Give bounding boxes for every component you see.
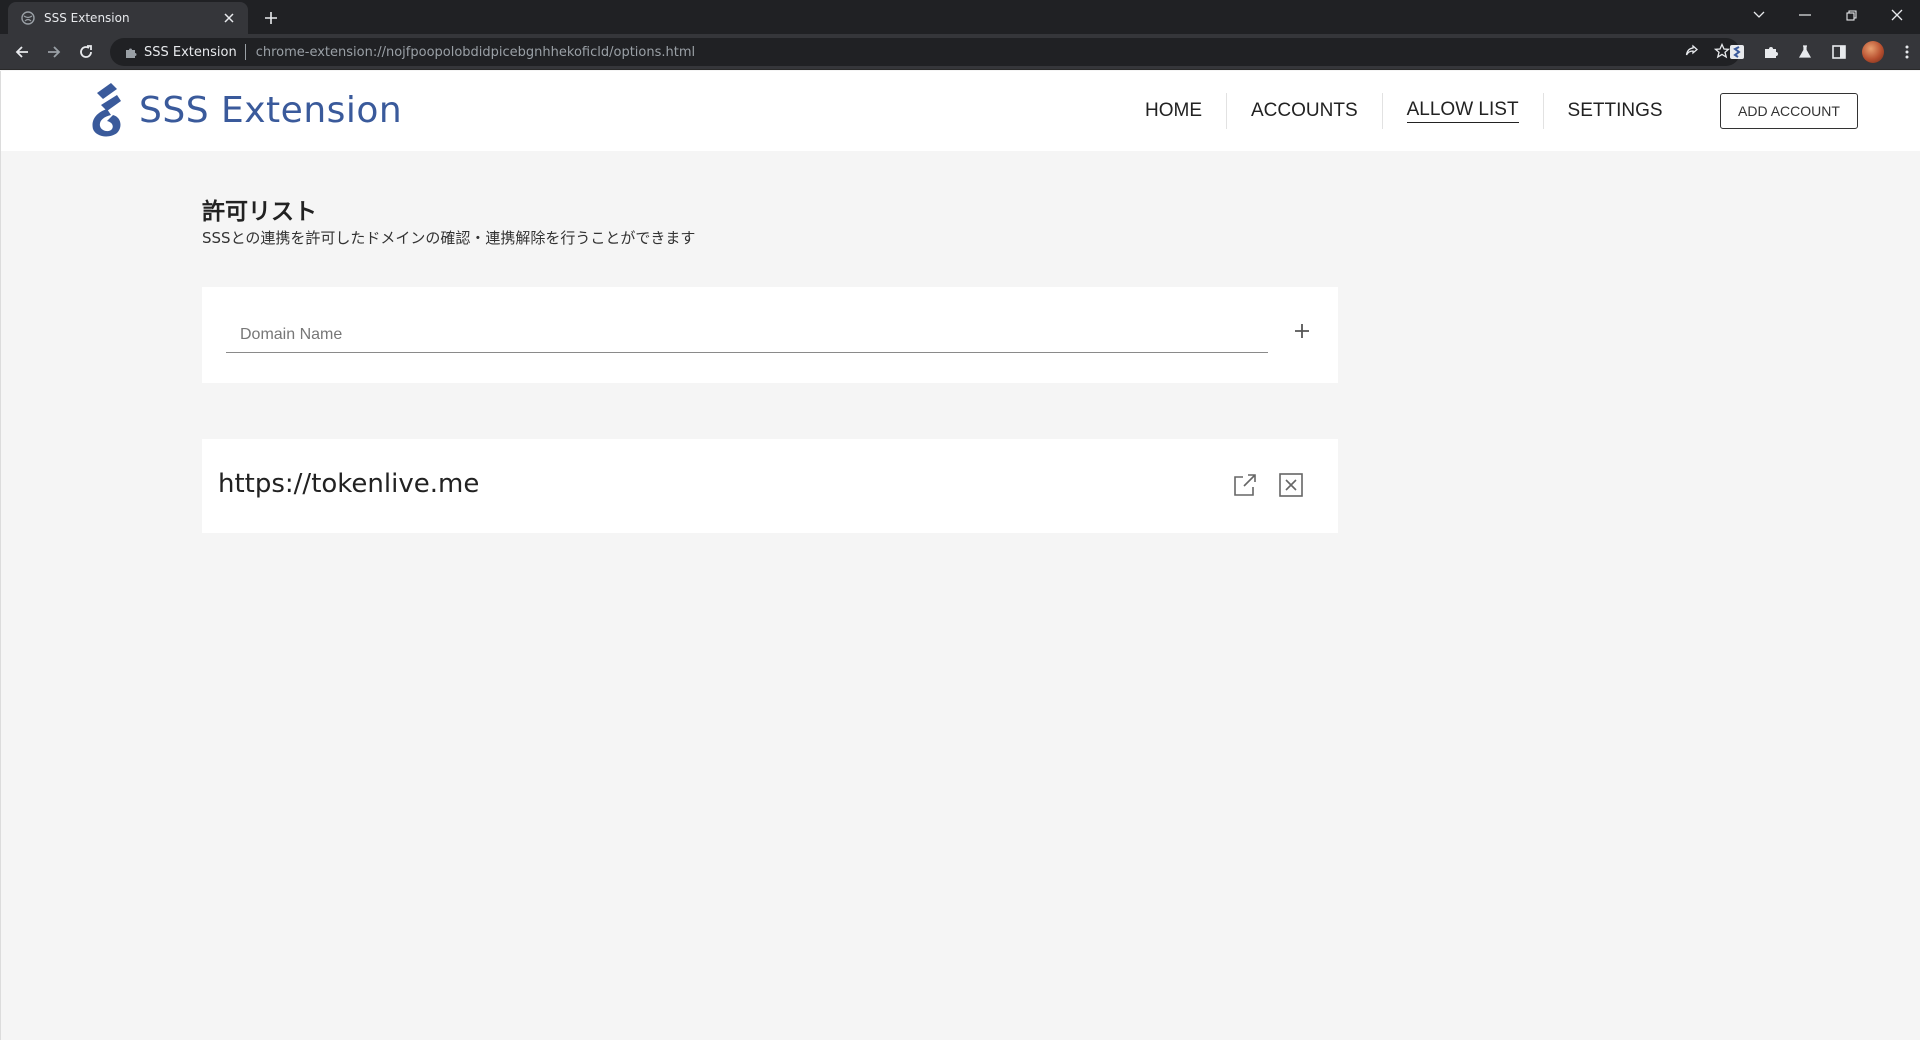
domain-name-input[interactable] [226,317,1268,353]
nav-allow-list[interactable]: ALLOW LIST [1383,93,1544,129]
page-subtitle: SSSとの連携を許可したドメインの確認・連携解除を行うことができます [202,229,696,247]
url-text: chrome-extension://nojfpoopolobdidpicebg… [255,44,696,60]
menu-kebab-icon[interactable] [1894,39,1920,65]
omnibox-divider [244,44,246,60]
plus-icon [1295,324,1309,338]
tab-title: SSS Extension [44,11,130,25]
close-window-icon[interactable] [1874,0,1920,30]
profile-avatar[interactable] [1860,39,1886,65]
side-panel-icon[interactable] [1826,39,1852,65]
nav-settings[interactable]: SETTINGS [1544,93,1687,129]
reload-icon[interactable] [73,39,99,65]
options-page: SSS Extension HOME ACCOUNTS ALLOW LIST S… [0,71,1920,1040]
app-logo[interactable]: SSS Extension [87,81,402,139]
browser-tab-bar: SSS Extension [0,0,1920,34]
forward-icon[interactable] [41,39,67,65]
restore-icon[interactable] [1828,0,1874,30]
minimize-icon[interactable] [1782,0,1828,30]
nav-accounts[interactable]: ACCOUNTS [1227,93,1383,129]
browser-toolbar: SSS Extension chrome-extension://nojfpoo… [0,34,1920,70]
address-bar[interactable]: SSS Extension chrome-extension://nojfpoo… [110,38,1740,66]
extensions-puzzle-icon[interactable] [1758,39,1784,65]
extension-toolbar [1724,39,1920,65]
list-item: https://tokenlive.me [202,439,1338,533]
nav-home[interactable]: HOME [1121,93,1227,129]
new-tab-button[interactable] [258,6,284,30]
tab-close-icon[interactable] [220,9,238,27]
add-account-button[interactable]: ADD ACCOUNT [1720,93,1858,129]
logo-text: SSS Extension [139,89,403,131]
add-domain-button[interactable] [1286,315,1318,347]
puzzle-icon [122,44,138,60]
tab-search-icon[interactable] [1736,0,1782,30]
close-box-icon [1279,473,1303,497]
globe-icon [20,10,36,26]
labs-flask-icon[interactable] [1792,39,1818,65]
open-domain-button[interactable] [1230,470,1260,500]
page-title: 許可リスト [202,199,317,225]
domain-input-card [202,287,1338,383]
browser-tab[interactable]: SSS Extension [8,2,248,34]
sss-logo-icon [92,83,121,137]
site-label: SSS Extension [144,44,237,60]
app-header: SSS Extension HOME ACCOUNTS ALLOW LIST S… [1,71,1920,151]
external-link-icon [1234,474,1256,496]
main-nav: HOME ACCOUNTS ALLOW LIST SETTINGS [1121,93,1687,129]
back-icon[interactable] [9,39,35,65]
sss-extension-icon[interactable] [1724,39,1750,65]
share-icon[interactable] [1684,43,1700,63]
remove-domain-button[interactable] [1276,470,1306,500]
allowed-domain: https://tokenlive.me [218,469,480,499]
